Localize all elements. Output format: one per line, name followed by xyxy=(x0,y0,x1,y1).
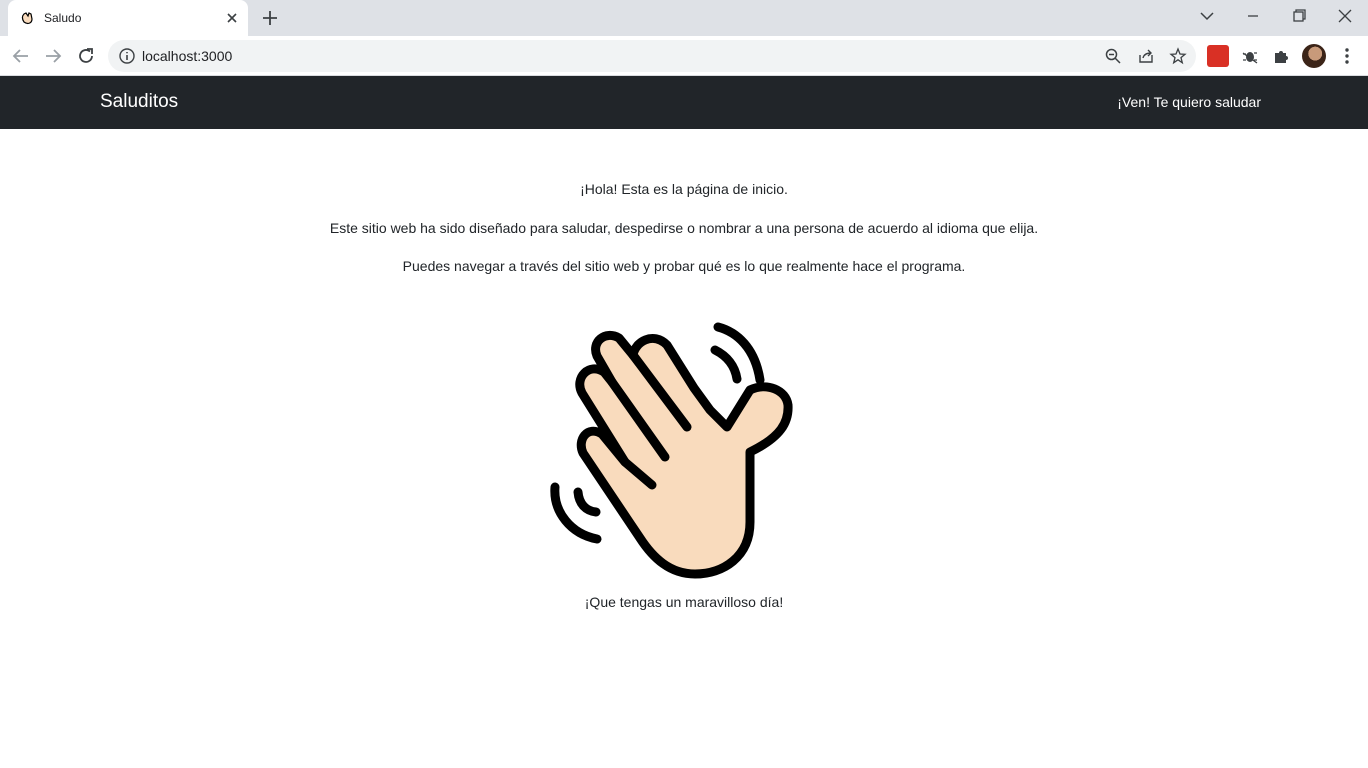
address-bar[interactable]: localhost:3000 xyxy=(108,40,1196,72)
description-text: Este sitio web ha sido diseñado para sal… xyxy=(329,220,1039,236)
close-window-icon[interactable] xyxy=(1333,6,1357,26)
profile-avatar[interactable] xyxy=(1302,44,1326,68)
restore-window-icon[interactable] xyxy=(1287,6,1311,26)
bookmark-star-icon[interactable] xyxy=(1169,47,1187,65)
tab-search-icon[interactable] xyxy=(1195,6,1219,26)
extension-bug-icon[interactable] xyxy=(1239,45,1261,67)
share-icon[interactable] xyxy=(1137,47,1155,65)
zoom-icon[interactable] xyxy=(1104,47,1122,65)
new-tab-icon[interactable] xyxy=(260,8,280,28)
waving-hand-favicon-icon xyxy=(21,12,33,25)
address-url[interactable]: localhost:3000 xyxy=(142,48,232,64)
forward-arrow-icon[interactable] xyxy=(42,45,64,67)
waving-hand-icon xyxy=(550,322,793,579)
browser-tab-strip: Saludo xyxy=(0,0,1368,36)
back-arrow-icon[interactable] xyxy=(10,45,32,67)
reload-icon[interactable] xyxy=(75,45,97,67)
intro-text: ¡Hola! Esta es la página de inicio. xyxy=(580,181,788,197)
browser-toolbar: localhost:3000 xyxy=(0,36,1368,76)
tab-title: Saludo xyxy=(44,11,82,25)
navbar-brand[interactable]: Saluditos xyxy=(100,91,178,113)
site-info-icon[interactable] xyxy=(118,47,136,65)
browser-menu-icon[interactable] xyxy=(1336,45,1358,67)
extensions-puzzle-icon[interactable] xyxy=(1271,45,1293,67)
minimize-window-icon[interactable] xyxy=(1241,6,1265,26)
site-navbar: Saluditos ¡Ven! Te quiero saludar xyxy=(0,76,1368,129)
closing-text: ¡Que tengas un maravilloso día! xyxy=(584,594,784,610)
greet-me-nav-link[interactable]: ¡Ven! Te quiero saludar xyxy=(1117,94,1261,110)
extension-red-icon[interactable] xyxy=(1207,45,1229,67)
instructions-text: Puedes navegar a través del sitio web y … xyxy=(402,258,966,274)
close-tab-icon[interactable] xyxy=(224,10,240,26)
browser-tab[interactable]: Saludo xyxy=(8,0,248,36)
